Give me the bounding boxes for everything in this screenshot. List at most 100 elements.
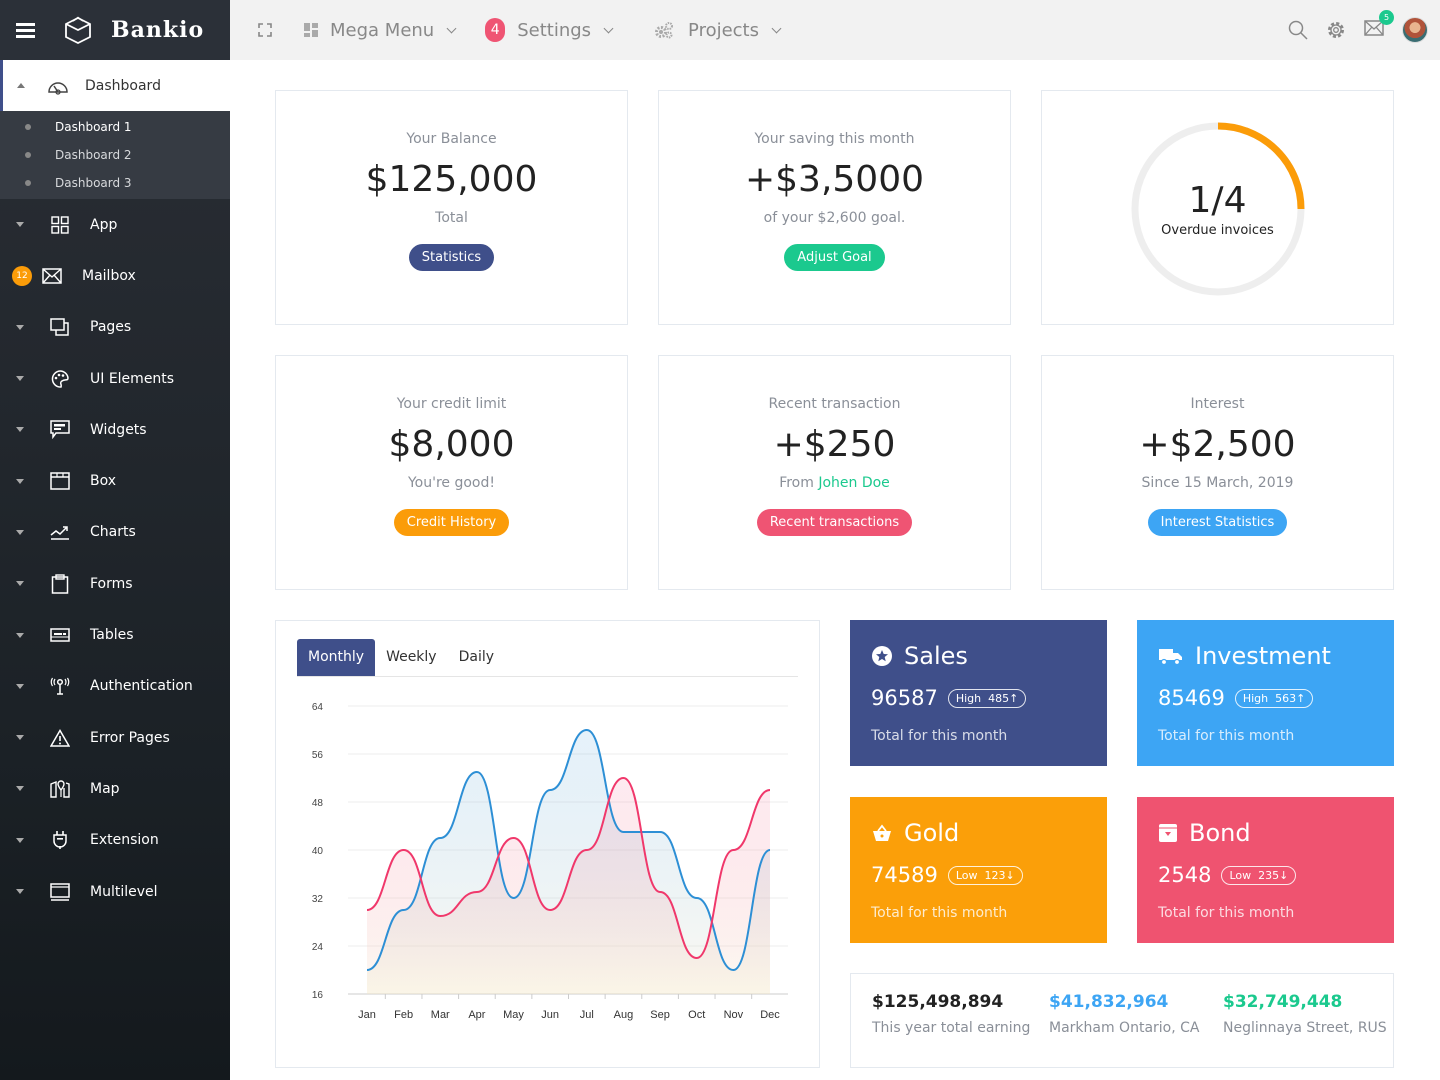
mail-icon <box>42 266 62 286</box>
sidebar-item-error-pages[interactable]: Error Pages <box>0 712 230 763</box>
caret-down-icon <box>16 529 24 535</box>
archive-down-icon <box>1159 824 1177 842</box>
invoice-ratio: 1/4 <box>1188 180 1247 221</box>
y-tick-label: 56 <box>312 750 324 761</box>
card-value: +$250 <box>773 424 896 465</box>
x-tick-label: Dec <box>760 1009 780 1021</box>
y-tick-label: 24 <box>312 942 324 953</box>
interest-statistics-button[interactable]: Interest Statistics <box>1147 509 1288 536</box>
caret-down-icon <box>16 222 24 228</box>
trend-label: High <box>1242 691 1269 705</box>
tile-value: 74589 <box>871 863 938 887</box>
sidebar-item-authentication[interactable]: Authentication <box>0 661 230 712</box>
adjust-goal-button[interactable]: Adjust Goal <box>784 244 885 271</box>
caret-down-icon <box>16 632 24 638</box>
map-pin-icon <box>50 779 70 799</box>
earning-label: Neglinnaya Street, RUS <box>1223 1020 1387 1036</box>
browser-box-icon <box>50 471 70 491</box>
mega-menu-dropdown[interactable]: Mega Menu <box>304 19 457 41</box>
layers-icon <box>50 882 70 902</box>
sidebar: Bankio Dashboard Dashboard 1 Dashboard 2… <box>0 0 230 1080</box>
card-subtitle: Total <box>435 210 468 226</box>
trend-chip: Low 123↓ <box>947 865 1023 885</box>
trend-label: High <box>955 691 982 705</box>
sidebar-item-widgets[interactable]: Widgets <box>0 404 230 455</box>
trend-value: 123 <box>984 868 1006 882</box>
fullscreen-icon[interactable] <box>258 23 272 37</box>
sidebar-item-pages[interactable]: Pages <box>0 302 230 353</box>
earning-markham: $41,832,964 Markham Ontario, CA <box>1049 992 1200 1036</box>
submenu-item-dashboard-1[interactable]: Dashboard 1 <box>0 113 230 141</box>
card-value: $8,000 <box>388 424 515 465</box>
mail-notifications[interactable]: 5 <box>1364 10 1394 40</box>
sender-link[interactable]: Johen Doe <box>818 475 889 491</box>
tile-value: 96587 <box>871 686 938 710</box>
settings-dropdown[interactable]: 4 Settings <box>485 18 614 42</box>
submenu-label: Dashboard 1 <box>55 120 132 134</box>
investment-tile[interactable]: Investment 85469 High 563↑ Total for this… <box>1137 620 1394 766</box>
sidebar-item-app[interactable]: App <box>0 199 230 250</box>
trend-label: Low <box>1229 868 1252 882</box>
earnings-summary-card: $125,498,894 This year total earning $41… <box>850 973 1394 1068</box>
recent-transactions-button[interactable]: Recent transactions <box>756 509 913 536</box>
bullet-icon <box>25 152 31 158</box>
sidebar-item-ui-elements[interactable]: UI Elements <box>0 353 230 404</box>
antenna-icon <box>50 676 70 696</box>
sidebar-item-box[interactable]: Box <box>0 455 230 506</box>
earning-label: Markham Ontario, CA <box>1049 1020 1200 1036</box>
gold-tile[interactable]: Gold 74589 Low 123↓ Total for this month <box>850 797 1107 943</box>
basket-icon <box>873 824 891 841</box>
tile-footer: Total for this month <box>1158 728 1295 744</box>
settings-label: Settings <box>517 19 592 41</box>
table-card-icon <box>50 625 70 645</box>
sidebar-item-label: Charts <box>90 524 136 541</box>
pages-icon <box>50 317 70 337</box>
submenu-item-dashboard-3[interactable]: Dashboard 3 <box>0 169 230 197</box>
overdue-invoices-card: 1/4 Overdue invoices <box>1041 90 1394 325</box>
earning-value: $125,498,894 <box>872 992 1004 1012</box>
credit-history-button[interactable]: Credit History <box>393 509 510 536</box>
search-icon[interactable] <box>1288 20 1308 40</box>
interest-card: Interest +$2,500 Since 15 March, 2019 In… <box>1041 355 1394 590</box>
sidebar-item-extension[interactable]: Extension <box>0 815 230 866</box>
trend-value: 485 <box>988 691 1010 705</box>
card-title: Your credit limit <box>396 396 507 412</box>
x-tick-label: Nov <box>724 1009 744 1021</box>
x-tick-label: Feb <box>394 1009 413 1021</box>
sidebar-item-dashboard[interactable]: Dashboard <box>0 60 230 111</box>
submenu-item-dashboard-2[interactable]: Dashboard 2 <box>0 141 230 169</box>
mega-menu-label: Mega Menu <box>330 19 435 41</box>
x-tick-label: Mar <box>431 1009 450 1021</box>
brand-name: Bankio <box>111 17 205 43</box>
projects-dropdown[interactable]: Projects <box>654 20 782 41</box>
gear-icon[interactable] <box>1326 20 1346 40</box>
sidebar-item-forms[interactable]: Forms <box>0 558 230 609</box>
earning-total: $125,498,894 This year total earning <box>872 992 1030 1036</box>
sidebar-item-charts[interactable]: Charts <box>0 507 230 558</box>
plug-icon <box>50 830 70 850</box>
sidebar-item-mailbox[interactable]: 12 Mailbox <box>0 250 230 301</box>
dashboard-submenu: Dashboard 1 Dashboard 2 Dashboard 3 <box>0 111 230 199</box>
x-tick-label: Aug <box>614 1009 634 1021</box>
statistics-button[interactable]: Statistics <box>408 244 495 271</box>
sidebar-item-map[interactable]: Map <box>0 763 230 814</box>
user-avatar[interactable] <box>1402 17 1428 43</box>
bond-tile[interactable]: Bond 2548 Low 235↓ Total for this month <box>1137 797 1394 943</box>
palette-icon <box>50 369 70 389</box>
earning-value: $41,832,964 <box>1049 992 1169 1012</box>
x-tick-label: Oct <box>688 1009 705 1021</box>
tile-value: 85469 <box>1158 686 1225 710</box>
hamburger-menu-icon[interactable] <box>16 22 35 38</box>
earning-label: This year total earning <box>872 1020 1031 1036</box>
sidebar-item-label: Pages <box>90 319 132 336</box>
trend-label: Low <box>955 868 978 882</box>
y-tick-label: 32 <box>312 894 324 905</box>
card-value: $125,000 <box>365 159 538 200</box>
sidebar-item-multilevel[interactable]: Multilevel <box>0 866 230 917</box>
sidebar-item-tables[interactable]: Tables <box>0 609 230 660</box>
submenu-label: Dashboard 3 <box>55 176 132 190</box>
card-title: Interest <box>1190 396 1245 412</box>
sales-tile[interactable]: Sales 96587 High 485↑ Total for this mont… <box>850 620 1107 766</box>
tile-title: Bond <box>1189 819 1251 847</box>
settings-count-badge: 4 <box>485 18 506 42</box>
